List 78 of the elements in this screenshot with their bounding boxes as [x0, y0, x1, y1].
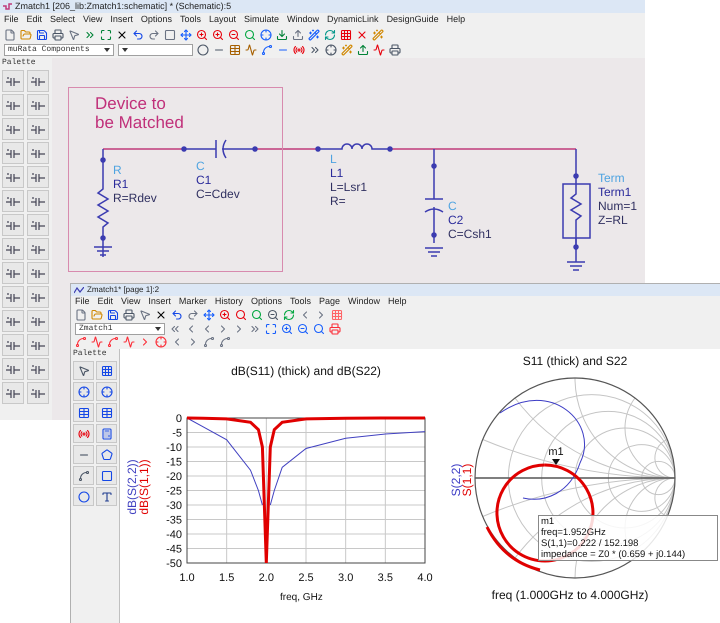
y-tick-label: -15 [166, 456, 182, 469]
x-tick-label: 2.5 [298, 572, 314, 584]
menu-item[interactable]: Options [250, 295, 282, 309]
menu-item[interactable]: Help [388, 295, 407, 309]
y-tick-label: 0 [176, 413, 182, 426]
x-tick-label: 1.5 [219, 572, 234, 584]
menu-item[interactable]: Layout [208, 13, 236, 27]
y-tick-label: -20 [166, 471, 182, 484]
chart-title: S11 (thick) and S22 [522, 354, 628, 368]
menu-item[interactable]: Insert [110, 13, 133, 27]
menu-item[interactable]: Marker [178, 295, 207, 309]
y-axis-label: dB(S(2,2)) [125, 459, 139, 515]
parameter-label: C=Cdev [196, 187, 240, 201]
component-name-label: L1 [330, 166, 344, 180]
parameter-label: L=Lsr1 [330, 180, 368, 194]
y-tick-label: -10 [166, 442, 182, 454]
y-tick-label: -5 [172, 428, 182, 440]
menu-item[interactable]: View [121, 295, 140, 309]
x-tick-label: 4.0 [417, 572, 433, 584]
menu-item[interactable]: File [4, 13, 19, 27]
x-tick-label: 3.0 [338, 572, 354, 584]
marker-readout-line: m1 [541, 516, 556, 528]
menu-item[interactable]: View [83, 13, 102, 27]
parameter-label: R=Rdev [113, 191, 157, 205]
marker-readout-line: freq=1.952GHz [541, 527, 607, 538]
component-type-label: C [196, 159, 206, 173]
menu-item[interactable]: Simulate [244, 13, 280, 27]
menu-item[interactable]: Tools [180, 13, 201, 27]
component-type-label: L [330, 152, 338, 166]
window-title: Zmatch1 [206_lib:Zmatch1:schematic] * (Schematic):5 [15, 0, 232, 13]
window-title: Zmatch1* [page 1]:2 [87, 284, 160, 296]
component-type-label: Term [598, 171, 626, 185]
y-tick-label: -30 [166, 500, 182, 512]
y-tick-label: -45 [166, 544, 182, 556]
menu-item[interactable]: Select [50, 13, 76, 27]
x-tick-label: 2.0 [258, 572, 274, 584]
menu-item[interactable]: Insert [148, 295, 171, 309]
parameter-label: Num=1 [598, 199, 638, 213]
menu-item[interactable]: Window [348, 295, 380, 309]
menu-item[interactable]: DesignGuide [386, 13, 439, 27]
palette-title: Palette [2, 58, 37, 68]
dropdown[interactable]: muRata Components [4, 44, 114, 56]
y-tick-label: -35 [166, 514, 182, 527]
x-tick-label: 1.0 [179, 572, 195, 584]
parameter-label: C=Csh1 [448, 227, 492, 241]
marker-readout-line: impedance = Z0 * (0.659 + j0.144) [541, 549, 686, 560]
y-axis-label: dB(S(1,1)) [137, 459, 151, 515]
component-type-label: R [113, 163, 123, 177]
device-note: Device to be Matched [95, 94, 185, 132]
component-name-label: R1 [113, 177, 130, 191]
component-name-label: Term1 [598, 185, 632, 199]
menu-item[interactable]: Options [140, 13, 172, 27]
trace-label: S(2,2) [449, 464, 463, 496]
menu-item[interactable]: Page [318, 295, 340, 309]
menu-item[interactable]: File [75, 295, 90, 309]
y-tick-label: -40 [166, 529, 182, 542]
marker-readout-line: S(1,1)=0.222 / 152.198 [541, 538, 640, 550]
menu-item[interactable]: Tools [290, 295, 311, 309]
marker-label: m1 [548, 446, 564, 458]
menu-item[interactable]: History [214, 295, 243, 309]
x-tick-label: 3.5 [378, 572, 393, 584]
menu-item[interactable]: Edit [98, 295, 114, 309]
palette-title: Palette [73, 349, 108, 360]
component-name-label: C1 [196, 173, 212, 187]
component-type-label: C [448, 199, 458, 213]
y-tick-label: -25 [166, 486, 182, 498]
menu-item[interactable]: DynamicLink [327, 13, 379, 27]
parameter-label: Z=RL [598, 213, 629, 227]
y-tick-label: -50 [166, 558, 182, 570]
menu-item[interactable]: Help [446, 13, 466, 27]
chart-title: dB(S11) (thick) and dB(S22) [231, 364, 381, 378]
sweep-label: freq (1.000GHz to 4.000GHz) [492, 588, 648, 602]
dropdown[interactable]: Zmatch1 [75, 322, 165, 334]
component-name-label: C2 [448, 213, 464, 227]
menu-item[interactable]: Edit [26, 13, 42, 27]
parameter-label: R= [330, 194, 347, 208]
x-axis-label: freq, GHz [280, 592, 323, 604]
menu-item[interactable]: Window [287, 13, 320, 27]
